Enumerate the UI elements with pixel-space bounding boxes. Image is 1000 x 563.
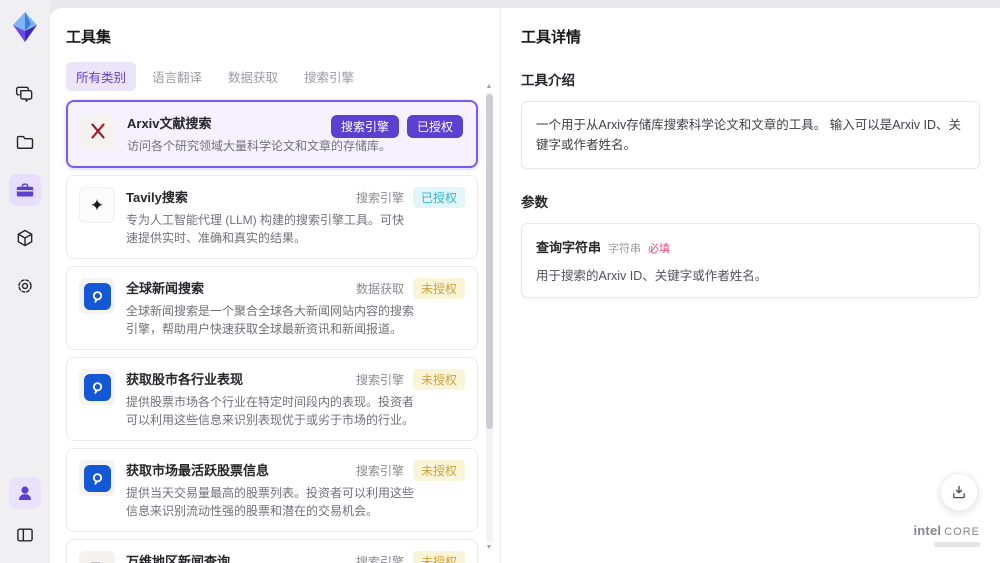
tool-description: 访问各个研究领域大量科学论文和文章的存储库。 [127,139,392,153]
main-content: 工具集 所有类别 语言翻译 数据获取 搜索引擎 Arxiv文献搜索 访问各个研究… [50,8,1000,563]
scrollbar-thumb[interactable] [485,94,493,429]
download-button[interactable] [940,473,978,511]
param-box: 查询字符串 字符串 必填 用于搜索的Arxiv ID、关键字或作者姓名。 [521,223,980,298]
folder-icon[interactable] [9,126,41,158]
intel-core-logo: intel CORE [913,522,980,547]
tool-description: 提供股票市场各个行业在特定时间段内的表现。投资者可以利用这些信息来识别表现优于或… [126,395,415,427]
app-window: 工具集 所有类别 语言翻译 数据获取 搜索引擎 Arxiv文献搜索 访问各个研究… [0,0,1000,563]
intro-box: 一个用于从Arxiv存储库搜索科学论文和文章的工具。 输入可以是Arxiv ID… [521,101,980,169]
tavily-star-icon: ✦ [79,187,115,223]
category-tag: 搜索引擎 [355,555,404,563]
panel-toggle-icon[interactable] [9,519,41,551]
auth-status-badge: 已授权 [406,115,463,138]
tool-list-panel: 工具集 所有类别 语言翻译 数据获取 搜索引擎 Arxiv文献搜索 访问各个研究… [50,8,500,563]
package-icon[interactable] [9,222,41,254]
tab-language-translation[interactable]: 语言翻译 [142,62,212,91]
chat-icon[interactable] [9,78,41,110]
app-logo-icon [8,10,42,44]
tab-all-categories[interactable]: 所有类别 [66,62,137,91]
list-scrollbar[interactable]: ▲ ▼ [483,82,495,553]
arxiv-logo-icon [80,113,116,149]
tool-description: 专为人工智能代理 (LLM) 构建的搜索引擎工具。可快速提供实时、准确和真实的结… [126,213,405,245]
news-search-icon [79,278,115,314]
category-tag: 搜索引擎 [355,191,404,205]
intro-heading: 工具介绍 [521,73,575,88]
tool-card-region-news[interactable]: 万维地区新闻查询 查询具体行政区划内的新闻，快速了解各地新闻动 搜索引擎 未授权 [66,539,478,563]
tool-card-arxiv[interactable]: Arxiv文献搜索 访问各个研究领域大量科学论文和文章的存储库。 搜索引擎 已授… [66,100,478,168]
category-tag: 数据获取 [355,282,404,296]
tab-data-fetch[interactable]: 数据获取 [218,62,288,91]
tool-card-global-news[interactable]: 全球新闻搜索 全球新闻搜索是一个聚合全球各大新闻网站内容的搜索引擎，帮助用户快速… [66,266,478,350]
tool-description: 提供当天交易量最高的股票列表。投资者可以利用这些信息来识别流动性强的股票和潜在的… [126,486,415,518]
sidebar [0,0,50,563]
auth-status-badge: 已授权 [412,187,465,208]
param-required-flag: 必填 [648,243,671,255]
sidebar-nav [9,78,41,302]
params-heading: 参数 [521,195,548,210]
tab-search-engine[interactable]: 搜索引擎 [294,62,364,91]
stock-search-icon [79,460,115,496]
scroll-down-icon[interactable]: ▼ [486,543,493,553]
tool-card-active-stocks[interactable]: 获取市场最活跃股票信息 提供当天交易量最高的股票列表。投资者可以利用这些信息来识… [66,448,478,532]
settings-gear-icon[interactable] [9,270,41,302]
param-type: 字符串 [608,243,642,255]
auth-status-badge: 未授权 [412,551,465,563]
detail-title: 工具详情 [521,29,582,46]
tool-card-tavily[interactable]: ✦ Tavily搜索 专为人工智能代理 (LLM) 构建的搜索引擎工具。可快速提… [66,175,478,259]
param-name: 查询字符串 [536,240,602,255]
tool-card-stock-sector[interactable]: 获取股市各行业表现 提供股票市场各个行业在特定时间段内的表现。投资者可以利用这些… [66,357,478,441]
category-tag: 搜索引擎 [355,464,404,478]
category-tabs: 所有类别 语言翻译 数据获取 搜索引擎 [66,62,500,91]
auth-status-badge: 未授权 [412,278,465,299]
intel-logo-subline [934,542,980,547]
tools-icon[interactable] [9,174,41,206]
auth-status-badge: 未授权 [412,369,465,390]
sidebar-bottom [9,477,41,551]
intro-text: 一个用于从Arxiv存储库搜索科学论文和文章的工具。 输入可以是Arxiv ID… [536,118,962,152]
param-description: 用于搜索的Arxiv ID、关键字或作者姓名。 [536,269,768,283]
building-icon [79,551,115,563]
category-tag: 搜索引擎 [355,373,404,387]
auth-status-badge: 未授权 [412,460,465,481]
tool-description: 全球新闻搜索是一个聚合全球各大新闻网站内容的搜索引擎，帮助用户快速获取全球最新资… [126,304,415,336]
user-avatar-icon[interactable] [9,477,41,509]
page-title: 工具集 [66,29,112,46]
tool-list: Arxiv文献搜索 访问各个研究领域大量科学论文和文章的存储库。 搜索引擎 已授… [66,100,500,563]
stock-search-icon [79,369,115,405]
download-icon [953,485,965,499]
category-tag: 搜索引擎 [330,115,399,138]
scroll-up-icon[interactable]: ▲ [486,82,493,92]
tool-detail-panel: 工具详情 工具介绍 一个用于从Arxiv存储库搜索科学论文和文章的工具。 输入可… [500,8,1000,563]
